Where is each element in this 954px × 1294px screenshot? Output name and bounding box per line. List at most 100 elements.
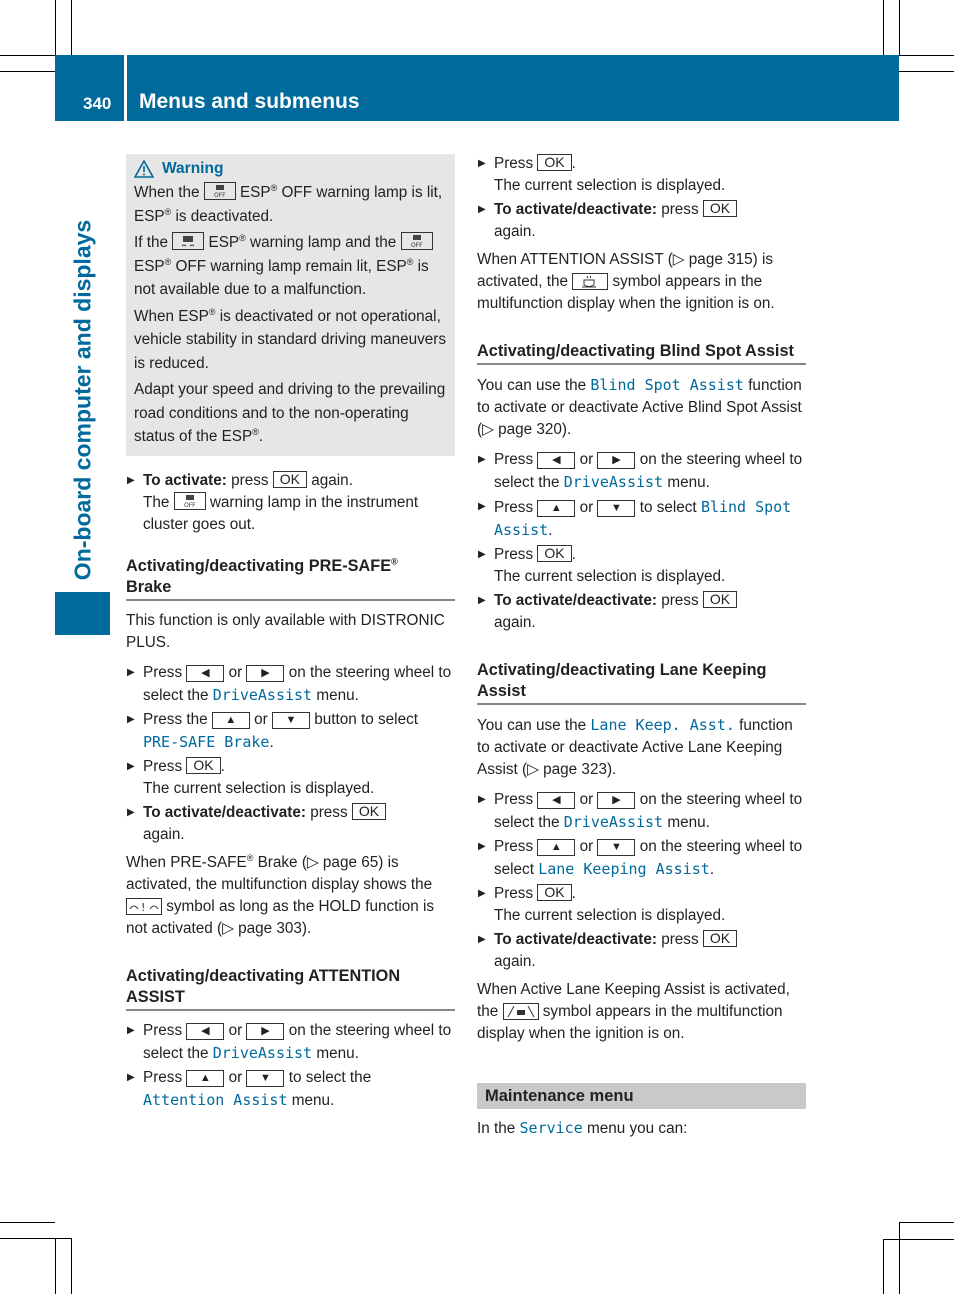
down-arrow-key: ▼ [271,711,310,729]
esp-off-lamp-icon: OFF [203,182,236,200]
step: Press OK.The current selection is displa… [477,153,806,197]
chapter-tab [55,592,110,635]
menu-name: DriveAssist [212,1043,313,1062]
blind-spot-intro: You can use the Blind Spot Assist functi… [477,376,802,438]
lane-keeping-intro: You can use the Lane Keep. Asst. functio… [477,716,793,778]
step: To activate/deactivate: press OKagain. [126,802,455,846]
step: Press ▲ or ▼ on the steering wheel to se… [477,836,806,881]
left-arrow-key: ◀ [186,664,225,682]
right-arrow-key: ▶ [246,1022,285,1040]
coffee-cup-symbol-icon [572,273,609,290]
crop-mark [0,55,55,56]
step: Press ▲ or ▼ to select the Attention Ass… [126,1067,455,1112]
step: Press ◀ or ▶ on the steering wheel to se… [477,789,806,834]
svg-text:OFF: OFF [214,192,226,199]
warning-paragraph: When the OFF ESP® OFF warning lamp is li… [134,182,443,225]
left-column: Warning When the OFF ESP® OFF warning la… [126,154,455,1114]
crop-mark [883,0,884,55]
left-arrow-key: ◀ [537,452,576,469]
crop-mark [883,1239,954,1240]
step: To activate/deactivate: press OKagain. [477,929,806,973]
attention-note: When ATTENTION ASSIST (▷ page 315) is ac… [477,251,775,312]
down-arrow-key: ▼ [597,500,636,517]
crop-mark [0,71,55,72]
step: Press ▲ or ▼ to select Blind Spot Assist… [477,496,806,542]
step: To activate/deactivate: press OKagain. [477,199,806,243]
right-arrow-key: ▶ [246,664,285,682]
svg-text:!: ! [141,901,145,914]
up-arrow-key: ▲ [186,1069,225,1087]
crop-mark [883,1239,884,1294]
crop-mark [0,1222,55,1223]
esp-off-lamp-icon: OFF [173,491,206,510]
warning-paragraph: When ESP® is deactivated or not operatio… [134,306,447,372]
section-heading-attention-assist: Activating/deactivating ATTENTION ASSIST [126,966,455,1011]
step-activate: To activate: press OK again. The OFF war… [126,470,455,536]
step: Press ◀ or ▶ on the steering wheel to se… [126,1020,455,1065]
crop-mark [55,0,56,55]
crop-mark [899,0,900,55]
svg-text:OFF: OFF [411,242,423,249]
step: Press OK.The current selection is displa… [477,544,806,588]
step: Press the ▲ or ▼ button to select PRE-SA… [126,709,455,754]
crop-mark [0,1238,71,1239]
header-divider [124,55,127,121]
right-arrow-key: ▶ [597,792,636,809]
up-arrow-key: ▲ [537,500,576,517]
menu-name: DriveAssist [563,813,664,831]
menu-item-name: Lane Keeping Assist [538,860,710,878]
left-arrow-key: ◀ [186,1022,225,1040]
ok-key: OK [537,884,572,901]
function-name: Lane Keep. Asst. [590,716,735,734]
crop-mark [899,1222,954,1223]
ok-key: OK [702,591,738,608]
svg-text:OFF: OFF [184,502,196,509]
ok-key: OK [702,930,738,947]
menu-item-name: Attention Assist [143,1090,288,1109]
ok-key: OK [702,200,738,217]
crop-mark [899,55,954,56]
presafe-brake-symbol-icon: ! [126,897,162,915]
crop-mark [71,1238,72,1294]
right-arrow-key: ▶ [597,452,636,469]
esp-off-lamp-icon: OFF [400,232,433,250]
chapter-side-label: On-board computer and displays [69,219,96,581]
section-heading-maintenance: Maintenance menu [477,1083,806,1109]
warning-title: Warning [134,157,447,181]
menu-name: Service [519,1119,583,1137]
up-arrow-key: ▲ [537,839,576,856]
function-name: Blind Spot Assist [590,376,744,394]
section-heading-lane-keeping: Activating/deactivating Lane Keeping Ass… [477,660,806,705]
ok-key: OK [537,154,572,171]
page-number: 340 [83,94,112,113]
warning-triangle-icon [134,160,154,178]
menu-name: DriveAssist [212,685,313,704]
left-arrow-key: ◀ [537,792,576,809]
warning-paragraph: If the ESP® warning lamp and the OFF ESP… [134,231,447,302]
down-arrow-key: ▼ [246,1069,285,1087]
presafe-intro: This function is only available with DIS… [126,611,445,651]
lane-keeping-note: When Active Lane Keeping Assist is activ… [477,981,790,1042]
step: To activate/deactivate: press OKagain. [477,590,806,634]
up-arrow-key: ▲ [211,711,250,729]
crop-mark [899,71,954,72]
down-arrow-key: ▼ [597,839,636,856]
section-heading-presafe: Activating/deactivating PRE-SAFE® Brake [126,556,455,601]
ok-key: OK [272,470,308,488]
ok-key: OK [537,545,572,562]
step: Press ◀ or ▶ on the steering wheel to se… [477,449,806,494]
ok-key: OK [351,802,387,820]
crop-mark [55,1238,56,1294]
lane-keeping-symbol-icon [502,1003,539,1020]
presafe-note: When PRE-SAFE® Brake (▷ page 65) is acti… [126,852,435,937]
warning-paragraph: Adapt your speed and driving to the prev… [134,381,446,445]
ok-key: OK [186,756,221,774]
step: Press ◀ or ▶ on the steering wheel to se… [126,662,455,707]
esp-lamp-icon [172,232,205,250]
maintenance-intro: In the Service menu you can: [477,1119,688,1137]
crop-mark [899,1222,900,1294]
page-title: Menus and submenus [139,90,360,113]
menu-item-name: PRE-SAFE Brake [143,732,270,751]
right-column: Press OK.The current selection is displa… [477,153,806,1148]
section-heading-blind-spot: Activating/deactivating Blind Spot Assis… [477,341,806,365]
